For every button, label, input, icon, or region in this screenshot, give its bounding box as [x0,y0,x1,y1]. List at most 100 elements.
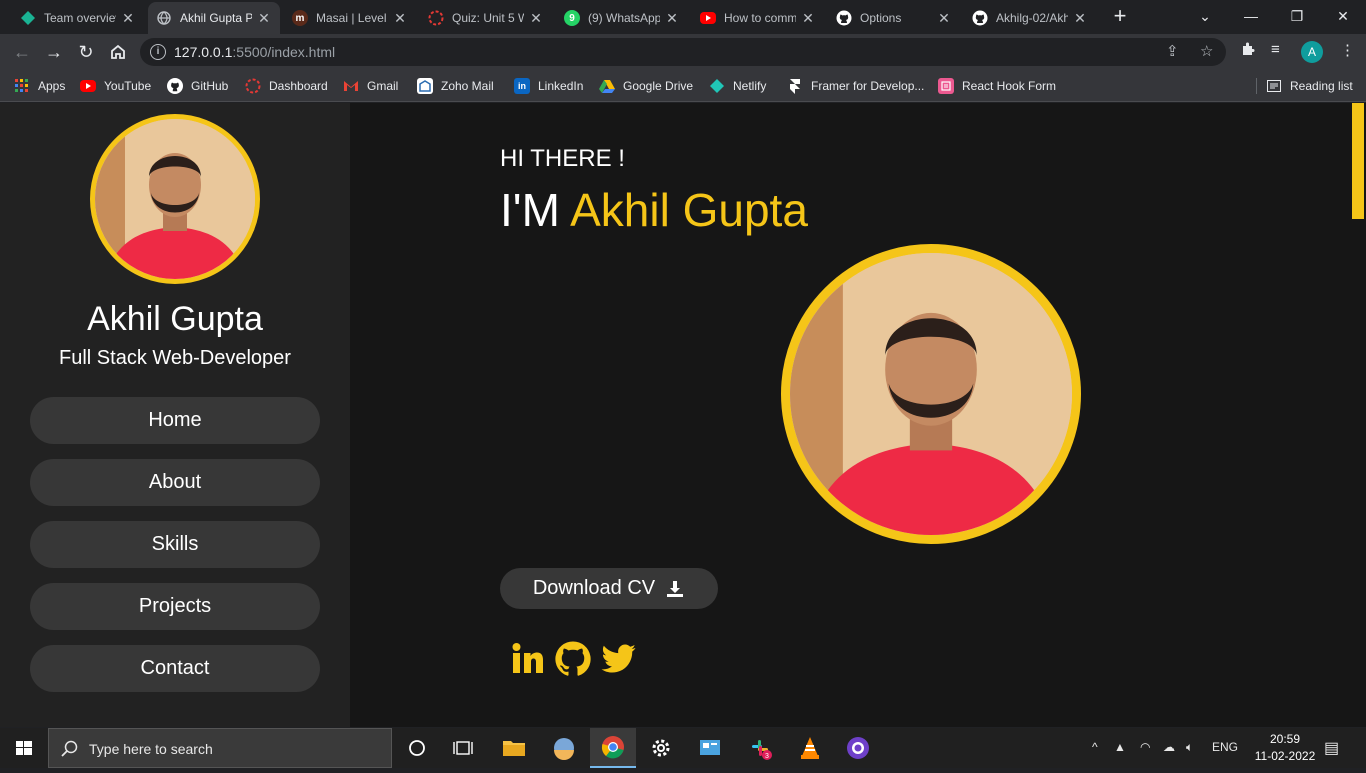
new-tab-button[interactable]: + [1108,5,1132,29]
media-control-icon[interactable]: ≡ [1271,41,1280,58]
bookmark-netlify[interactable]: Netlify [709,76,766,96]
bookmark-label: Dashboard [269,79,328,93]
info-icon[interactable]: i [150,44,166,60]
tab-quiz[interactable]: Quiz: Unit 5 W ✕ [420,2,552,34]
download-icon [667,580,684,597]
taskbar-search-input[interactable]: Type here to search [48,728,392,768]
close-icon[interactable]: ✕ [800,10,816,27]
close-icon[interactable]: ✕ [392,10,408,27]
bookmark-google-drive[interactable]: Google Drive [599,76,693,96]
bookmark-apps[interactable]: Apps [14,76,65,96]
tab-masai[interactable]: m Masai | Level ✕ [284,2,416,34]
bookmark-label: Netlify [733,79,767,93]
bookmark-gmail[interactable]: Gmail [343,76,398,96]
control-panel-button[interactable] [687,728,733,768]
menu-icon[interactable]: ⋮ [1340,41,1355,59]
scrollbar-thumb[interactable] [1352,103,1364,219]
bookmark-react-hook-form[interactable]: React Hook Form [938,76,1056,96]
hero-title: I'M Akhil Gupta [500,183,808,237]
share-icon[interactable]: ⇪ [1166,42,1179,60]
forward-button[interactable]: → [40,38,68,66]
github-icon[interactable] [555,641,591,677]
file-explorer-button[interactable] [491,728,537,768]
control-panel-icon [700,740,720,755]
close-icon[interactable]: ✕ [664,10,680,27]
weather-app-button[interactable] [541,728,587,768]
windows-start-button[interactable] [0,728,48,768]
tab-options[interactable]: Options ✕ [828,2,960,34]
apps-grid-icon [14,78,30,94]
search-placeholder: Type here to search [89,741,213,757]
clock-time: 20:59 [1269,732,1301,746]
url-text[interactable]: 127.0.0.1:5500/index.html [174,44,335,60]
tab-whatsapp[interactable]: 9 (9) WhatsApp ✕ [556,2,688,34]
tab-search-icon[interactable]: ⌄ [1182,0,1228,32]
minimize-button[interactable]: — [1228,0,1274,32]
globe-icon [156,10,172,26]
profile-avatar[interactable]: A [1301,41,1323,63]
bookmark-youtube[interactable]: YouTube [80,76,151,96]
tab-title: Masai | Level [316,11,387,25]
tab-akhil-gupta[interactable]: Akhil Gupta P ✕ [148,2,280,34]
nav-home-button[interactable]: Home [30,397,320,444]
page-scrollbar[interactable] [1352,103,1366,727]
bookmark-star-icon[interactable]: ☆ [1200,42,1213,60]
cortana-button[interactable] [394,728,440,768]
nav-contact-button[interactable]: Contact [30,645,320,692]
close-icon[interactable]: ✕ [256,10,272,27]
hero-profile-photo [781,244,1081,544]
netlify-icon [709,78,725,94]
reload-button[interactable]: ↻ [72,38,100,66]
nav-skills-button[interactable]: Skills [30,521,320,568]
tab-akhilg-repo[interactable]: Akhilg-02/Akh ✕ [964,2,1096,34]
wifi-icon[interactable]: ◠ [1140,740,1150,754]
tab-team-overview[interactable]: Team overview ✕ [12,2,144,34]
close-icon[interactable]: ✕ [528,10,544,27]
bookmark-linkedin[interactable]: in LinkedIn [514,76,583,96]
close-icon[interactable]: ✕ [120,10,136,27]
restore-button[interactable]: ❐ [1274,0,1320,32]
bookmark-framer[interactable]: Framer for Develop... [787,76,924,96]
chrome-taskbar-button[interactable] [590,728,636,768]
vlc-taskbar-button[interactable] [787,728,833,768]
show-hidden-icons-button[interactable]: ^ [1092,740,1098,754]
volume-icon[interactable]: 🔈︎ [1186,740,1193,755]
sidebar-role: Full Stack Web-Developer [59,347,291,369]
linkedin-icon[interactable] [510,641,546,677]
nav-about-button[interactable]: About [30,459,320,506]
close-window-button[interactable]: ✕ [1320,0,1366,32]
language-indicator[interactable]: ENG [1212,740,1238,754]
download-cv-button[interactable]: Download CV [500,568,718,609]
tab-youtube[interactable]: How to comm ✕ [692,2,824,34]
weather-icon [554,738,574,760]
hero-title-name: Akhil Gupta [570,184,808,236]
bookmark-label: Gmail [367,79,399,93]
react-hook-form-icon [938,78,954,94]
settings-taskbar-button[interactable] [638,728,684,768]
address-bar[interactable]: i 127.0.0.1:5500/index.html ⇪ ☆ [140,38,1226,66]
onedrive-icon[interactable]: ☁ [1163,740,1175,754]
github-desktop-button[interactable] [835,728,881,768]
close-icon[interactable]: ✕ [936,10,952,27]
system-clock[interactable]: 20:59 11-02-2022 [1254,731,1316,765]
close-icon[interactable]: ✕ [1072,10,1088,27]
back-button[interactable]: ← [8,38,36,66]
github-icon [972,10,988,26]
bookmark-github[interactable]: GitHub [167,76,228,96]
slack-taskbar-button[interactable]: 3 [737,728,783,768]
home-button[interactable] [104,38,132,66]
reading-list-button[interactable]: Reading list [1266,76,1353,96]
bookmark-label: React Hook Form [962,79,1057,93]
bookmark-dashboard[interactable]: Dashboard [245,76,328,96]
task-view-button[interactable] [440,728,486,768]
zoho-mail-icon [417,78,433,94]
twitter-icon[interactable] [601,641,637,677]
notifications-icon[interactable]: ▤ [1324,738,1339,758]
portfolio-page: Akhil Gupta Full Stack Web-Developer Hom… [0,103,1366,727]
extensions-icon[interactable] [1240,41,1256,61]
tab-title: Quiz: Unit 5 W [452,11,524,25]
vlc-tray-icon[interactable]: ▲ [1114,740,1126,754]
nav-projects-button[interactable]: Projects [30,583,320,630]
bookmark-zoho-mail[interactable]: Zoho Mail [417,76,494,96]
tab-title: Options [860,11,902,25]
